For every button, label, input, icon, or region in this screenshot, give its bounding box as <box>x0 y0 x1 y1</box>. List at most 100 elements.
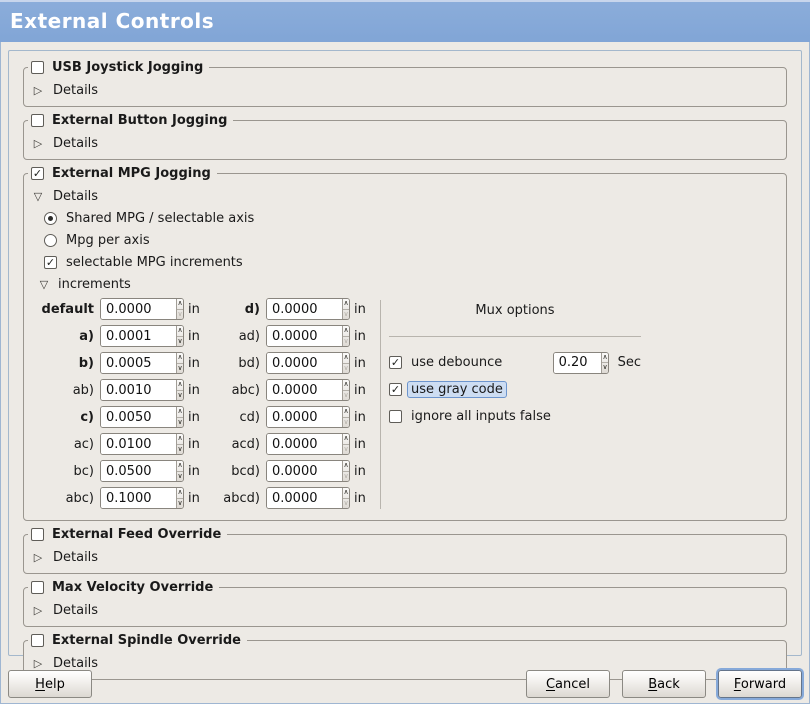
increment-label: ac) <box>38 437 96 452</box>
increment-spinbox: ∧ ∨ <box>100 460 184 482</box>
spin-down-button[interactable]: ∨ <box>343 310 349 320</box>
increment-input[interactable] <box>267 326 342 346</box>
external-mpg-details-expander[interactable]: ▽ Details <box>32 185 778 207</box>
radio-shared-mpg-label[interactable]: Shared MPG / selectable axis <box>66 211 254 226</box>
cancel-button[interactable]: Cancel <box>526 670 610 698</box>
spin-down-button[interactable]: ∨ <box>343 364 349 374</box>
increment-input[interactable] <box>267 434 342 454</box>
dialog-header: External Controls <box>0 0 810 42</box>
usb-joystick-details-expander[interactable]: ▷ Details <box>32 79 778 101</box>
spin-down-button[interactable]: ∨ <box>343 418 349 428</box>
expander-closed-icon: ▷ <box>32 551 44 564</box>
increment-input[interactable] <box>101 299 176 319</box>
unit-label: in <box>188 356 212 371</box>
spin-up-button[interactable]: ∧ <box>343 326 349 337</box>
section-external-button-header: External Button Jogging <box>28 112 233 129</box>
max-velocity-details-expander[interactable]: ▷ Details <box>32 599 778 621</box>
spin-steppers: ∧ ∨ <box>342 353 349 373</box>
increment-input[interactable] <box>101 488 176 508</box>
increments-expander[interactable]: ▽ increments <box>38 273 778 295</box>
spin-down-button[interactable]: ∨ <box>343 499 349 509</box>
spin-up-button[interactable]: ∧ <box>177 353 183 364</box>
external-mpg-checkbox[interactable]: ✓ <box>31 167 44 180</box>
spin-up-button[interactable]: ∧ <box>343 434 349 445</box>
spin-up-button[interactable]: ∧ <box>177 299 183 310</box>
spin-down-button[interactable]: ∨ <box>602 363 607 373</box>
external-button-details-expander[interactable]: ▷ Details <box>32 132 778 154</box>
spin-down-button[interactable]: ∨ <box>177 364 183 374</box>
section-usb-joystick: USB Joystick Jogging ▷ Details <box>23 67 787 107</box>
forward-button[interactable]: Forward <box>718 670 802 698</box>
use-debounce-checkbox[interactable]: ✓ <box>389 356 402 369</box>
increment-input[interactable] <box>101 461 176 481</box>
increment-input[interactable] <box>267 407 342 427</box>
spindle-override-checkbox[interactable] <box>31 634 44 647</box>
spin-down-button[interactable]: ∨ <box>177 310 183 320</box>
spin-up-button[interactable]: ∧ <box>343 488 349 499</box>
spin-up-button[interactable]: ∧ <box>343 380 349 391</box>
spin-up-button[interactable]: ∧ <box>343 353 349 364</box>
spin-up-button[interactable]: ∧ <box>177 434 183 445</box>
increment-input[interactable] <box>101 326 176 346</box>
use-debounce-label[interactable]: use debounce <box>411 355 502 370</box>
spin-down-button[interactable]: ∨ <box>343 337 349 347</box>
spin-up-button[interactable]: ∧ <box>177 380 183 391</box>
external-button-checkbox[interactable] <box>31 114 44 127</box>
back-button[interactable]: Back <box>622 670 706 698</box>
help-button-label: H <box>35 677 45 692</box>
radio-mpg-per-axis-label[interactable]: Mpg per axis <box>66 233 150 248</box>
feed-override-details-expander[interactable]: ▷ Details <box>32 546 778 568</box>
increment-input[interactable] <box>267 299 342 319</box>
increment-input[interactable] <box>101 434 176 454</box>
use-gray-code-label[interactable]: use gray code <box>407 381 507 398</box>
spin-down-button[interactable]: ∨ <box>177 499 183 509</box>
spin-steppers: ∧ ∨ <box>601 353 607 373</box>
radio-mpg-per-axis[interactable] <box>44 234 57 247</box>
external-mpg-label[interactable]: External MPG Jogging <box>52 165 211 182</box>
spin-up-button[interactable]: ∧ <box>343 407 349 418</box>
increment-input[interactable] <box>267 353 342 373</box>
selectable-increments-checkbox[interactable]: ✓ <box>44 256 57 269</box>
selectable-increments-label[interactable]: selectable MPG increments <box>66 255 243 270</box>
debounce-seconds-input[interactable] <box>554 353 602 373</box>
spin-down-button[interactable]: ∨ <box>343 472 349 482</box>
ignore-inputs-checkbox[interactable] <box>389 410 402 423</box>
radio-shared-mpg[interactable] <box>44 212 57 225</box>
unit-label: in <box>188 491 212 506</box>
increment-input[interactable] <box>267 461 342 481</box>
spin-up-button[interactable]: ∧ <box>177 326 183 337</box>
external-button-label[interactable]: External Button Jogging <box>52 112 227 129</box>
increment-label: acd) <box>216 437 262 452</box>
spin-up-button[interactable]: ∧ <box>177 488 183 499</box>
spin-down-button[interactable]: ∨ <box>343 391 349 401</box>
spin-down-button[interactable]: ∨ <box>177 445 183 455</box>
spin-up-button[interactable]: ∧ <box>177 407 183 418</box>
increment-input[interactable] <box>101 353 176 373</box>
usb-joystick-label[interactable]: USB Joystick Jogging <box>52 59 203 76</box>
spin-up-button[interactable]: ∧ <box>343 299 349 310</box>
help-button[interactable]: Help <box>8 670 92 698</box>
spin-up-button[interactable]: ∧ <box>177 461 183 472</box>
spindle-override-label[interactable]: External Spindle Override <box>52 632 241 649</box>
increment-input[interactable] <box>101 407 176 427</box>
increment-input[interactable] <box>267 488 342 508</box>
spin-down-button[interactable]: ∨ <box>177 337 183 347</box>
max-velocity-label[interactable]: Max Velocity Override <box>52 579 213 596</box>
increment-input[interactable] <box>101 380 176 400</box>
spin-down-button[interactable]: ∨ <box>177 472 183 482</box>
spin-up-button[interactable]: ∧ <box>343 461 349 472</box>
spin-up-button[interactable]: ∧ <box>602 353 607 364</box>
spin-down-button[interactable]: ∨ <box>343 445 349 455</box>
ignore-inputs-label[interactable]: ignore all inputs false <box>411 409 551 424</box>
mux-separator <box>389 336 641 337</box>
increment-input[interactable] <box>267 380 342 400</box>
usb-joystick-checkbox[interactable] <box>31 61 44 74</box>
expander-open-icon: ▽ <box>38 278 50 291</box>
back-button-label: B <box>648 677 657 692</box>
spin-down-button[interactable]: ∨ <box>177 418 183 428</box>
use-gray-code-checkbox[interactable]: ✓ <box>389 383 402 396</box>
max-velocity-checkbox[interactable] <box>31 581 44 594</box>
feed-override-label[interactable]: External Feed Override <box>52 526 221 543</box>
spin-down-button[interactable]: ∨ <box>177 391 183 401</box>
feed-override-checkbox[interactable] <box>31 528 44 541</box>
